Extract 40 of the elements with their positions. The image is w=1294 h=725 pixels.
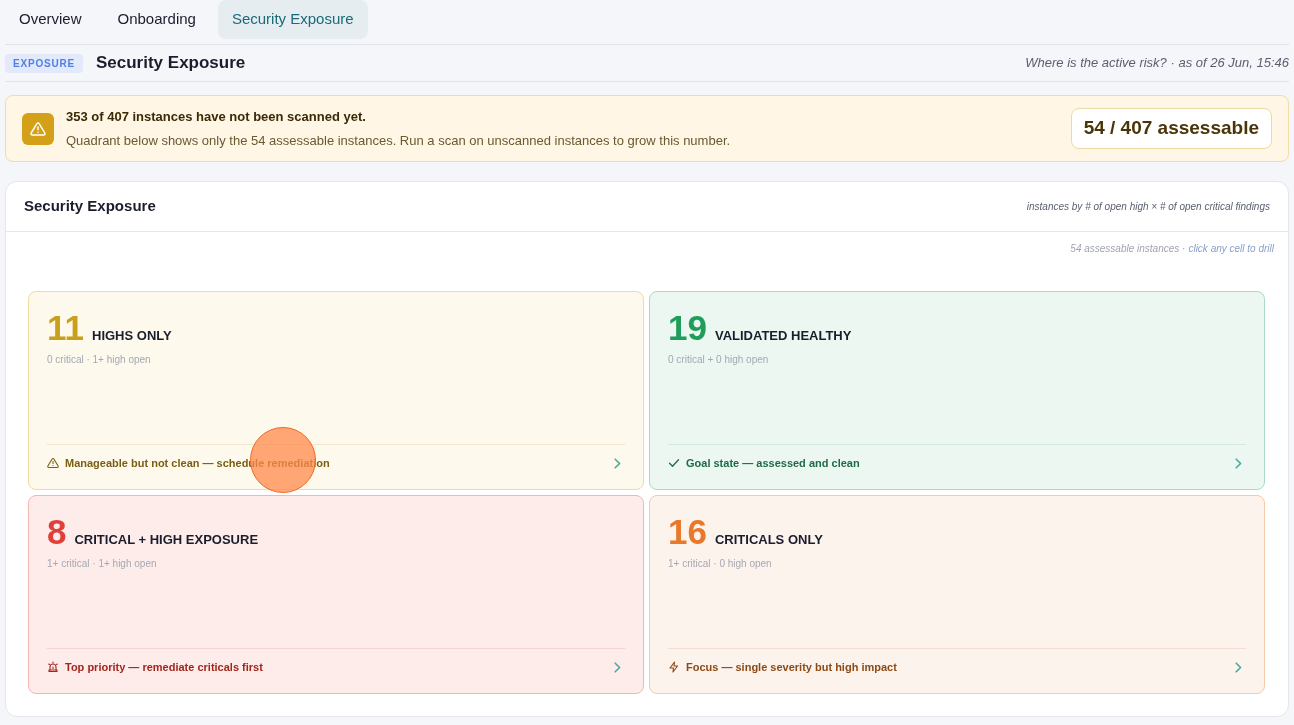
quadrant-criteria: 1+ critical · 1+ high open [47, 556, 157, 571]
quadrant-criteria: 1+ critical · 0 high open [668, 556, 772, 571]
section-badge: EXPOSURE [5, 53, 83, 73]
page-title: Security Exposure [96, 52, 246, 75]
warning-icon [22, 112, 54, 145]
chevron-right-icon [614, 457, 621, 469]
chevron-right-icon [1235, 457, 1242, 469]
quadrant-criteria: 0 critical · 1+ high open [47, 352, 151, 367]
check-icon [668, 457, 680, 469]
quadrant-label: CRITICALS ONLY [714, 531, 823, 549]
quadrant-count: 11 [47, 310, 84, 345]
quadrant-label: HIGHS ONLY [92, 327, 172, 345]
quadrant-criteria: 0 critical + 0 high open [668, 352, 769, 367]
assessable-count: 54 / 407 assessable [1070, 108, 1272, 149]
quadrant-cell[interactable]: 16 CRITICALS ONLY 1+ critical · 0 high open Focus — single severity but high impact [649, 495, 1265, 694]
tab[interactable]: Security Exposure [217, 0, 368, 39]
tab[interactable]: Overview [5, 0, 96, 39]
siren-icon [47, 661, 59, 673]
quadrant-label: CRITICAL + HIGH EXPOSURE [74, 531, 259, 549]
quadrant-note: Top priority — remediate criticals first [65, 659, 263, 675]
quadrant-cell[interactable]: 19 VALIDATED HEALTHY 0 critical + 0 high open Goal state — assessed and clean [649, 291, 1265, 490]
quadrant-cell[interactable]: 8 CRITICAL + HIGH EXPOSURE 1+ critical · 1+ high open Top priority — remediate criticals first [28, 495, 644, 694]
quadrant-count: 19 [668, 310, 707, 345]
panel-title: Security Exposure [24, 196, 156, 217]
lightning-icon [668, 661, 680, 673]
alert-title: 353 of 407 instances have not been scanned yet. [66, 107, 367, 126]
drill-hint: click any cell to drill [1188, 242, 1274, 254]
quadrant-count: 8 [47, 514, 67, 549]
quadrant-note: Goal state — assessed and clean [686, 455, 860, 471]
quadrant-count: 16 [668, 514, 707, 549]
chevron-right-icon [614, 661, 621, 673]
summary-text: 54 assessable instances · [1070, 242, 1186, 254]
chevron-right-icon [1235, 661, 1242, 673]
quadrant-label: VALIDATED HEALTHY [714, 327, 852, 345]
axis-note: instances by # of open high × # of open critical findings [1026, 200, 1270, 214]
page-subtitle: Where is the active risk? · as of 26 Jun, 15:46 [1025, 54, 1289, 73]
quadrant-note: Focus — single severity but high impact [686, 659, 897, 675]
warning-icon [47, 457, 59, 469]
alert-message: Quadrant below shows only the 54 assessable instances. Run a scan on unscanned instances to grow this number. [66, 132, 731, 150]
tab[interactable]: Onboarding [103, 0, 210, 39]
